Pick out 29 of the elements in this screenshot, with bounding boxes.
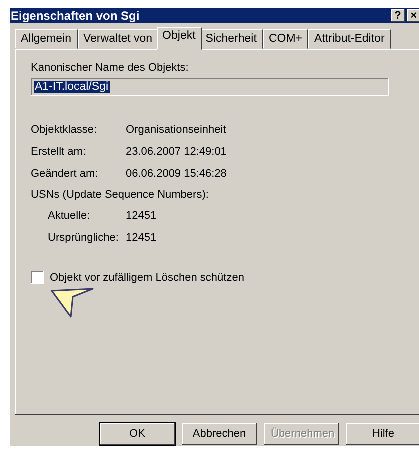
- help-button[interactable]: ?: [391, 9, 405, 22]
- tab[interactable]: Sicherheit: [200, 29, 263, 49]
- property-value: 23.06.2007 12:49:01: [126, 146, 228, 158]
- property-label: Ursprüngliche:: [48, 232, 120, 244]
- close-button[interactable]: ×: [407, 9, 419, 22]
- property-value: 12451: [126, 232, 158, 244]
- property-label: Objektklasse:: [31, 124, 98, 136]
- dialog-button[interactable]: Hilfe: [346, 423, 419, 445]
- dialog-button[interactable]: OK: [100, 423, 175, 445]
- tab[interactable]: COM+: [262, 29, 308, 49]
- property-value: 12451: [126, 210, 158, 222]
- property-label: Aktuelle:: [48, 210, 92, 222]
- checkbox-label: Objekt vor zufälligem Löschen schützen: [50, 272, 244, 284]
- property-value: 06.06.2009 15:46:28: [126, 168, 228, 180]
- tab[interactable]: Allgemein: [15, 29, 78, 49]
- window-title: Eigenschaften von Sgi: [11, 8, 140, 22]
- dialog-button[interactable]: Abbrechen: [182, 423, 257, 445]
- tab[interactable]: Attribut-Editor: [308, 29, 391, 49]
- field-label: Kanonischer Name des Objekts:: [31, 62, 190, 74]
- field-value: A1-IT.local/Sgi: [34, 81, 110, 93]
- tab[interactable]: Objekt: [156, 27, 202, 50]
- property-value: Organisationseinheit: [126, 124, 228, 136]
- pointer-icon: [51, 288, 95, 318]
- name-field[interactable]: A1-IT.local/Sgi: [31, 78, 389, 96]
- checkbox[interactable]: [31, 271, 44, 284]
- property-label: Erstellt am:: [31, 146, 88, 158]
- section-label: USNs (Update Sequence Numbers):: [31, 189, 210, 201]
- tab[interactable]: Verwaltet von: [78, 29, 159, 49]
- property-label: Geändert am:: [31, 168, 100, 180]
